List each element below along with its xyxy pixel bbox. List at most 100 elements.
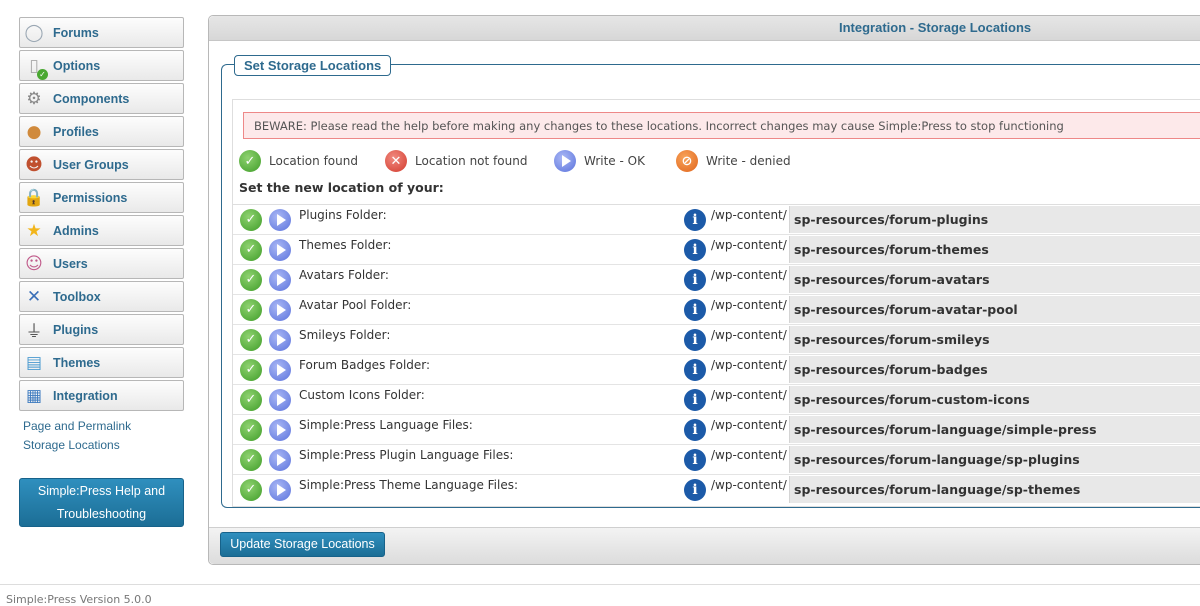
info-icon[interactable]: i: [684, 298, 706, 321]
path-prefix: /wp-content/: [711, 418, 787, 432]
location-path-input[interactable]: sp-resources/forum-avatar-pool: [789, 296, 1200, 323]
location-path-input[interactable]: sp-resources/forum-language/simple-press: [789, 416, 1200, 443]
write-ok-icon: [269, 418, 291, 441]
plugins-icon: ⏚: [25, 322, 43, 342]
options-icon: ▯ ✓: [23, 55, 48, 80]
path-prefix: /wp-content/: [711, 478, 787, 492]
folder-label: Avatar Pool Folder:: [299, 298, 412, 312]
admins-icon: ★: [26, 220, 42, 241]
info-icon[interactable]: i: [684, 388, 706, 411]
sidebar-item-label: User Groups: [53, 157, 129, 172]
sidebar-item-users[interactable]: ☺ Users: [19, 248, 184, 279]
location-found-icon: ✓: [240, 268, 262, 291]
sidebar-item-label: Admins: [53, 223, 99, 238]
sidebar-item-integration[interactable]: ▦ Integration: [19, 380, 184, 411]
info-icon[interactable]: i: [684, 478, 706, 501]
sidebar-item-permissions[interactable]: 🔒 Permissions: [19, 182, 184, 213]
location-path-input[interactable]: sp-resources/forum-language/sp-themes: [789, 476, 1200, 503]
help-troubleshooting-button[interactable]: Simple:Press Help and Troubleshooting: [19, 478, 184, 527]
sidebar-item-label: Toolbox: [53, 289, 101, 304]
info-icon[interactable]: i: [684, 328, 706, 351]
path-prefix: /wp-content/: [711, 448, 787, 462]
path-prefix: /wp-content/: [711, 388, 787, 402]
info-icon[interactable]: i: [684, 238, 706, 261]
location-row: ✓ Custom Icons Folder: i/wp-content/sp-res…: [233, 384, 1200, 414]
path-prefix: /wp-content/: [711, 298, 787, 312]
sidebar-item-label: Themes: [53, 355, 101, 370]
panel-title: Integration - Storage Locations: [839, 20, 1032, 35]
path-prefix: /wp-content/: [711, 358, 787, 372]
denied-icon: ⊘: [676, 150, 698, 172]
location-found-icon: ✓: [240, 418, 262, 441]
location-found-icon: ✓: [240, 298, 262, 321]
sidebar-item-profiles[interactable]: ● Profiles: [19, 116, 184, 147]
location-row: ✓ Simple:Press Theme Language Files: i/wp-…: [233, 474, 1200, 504]
admin-sidebar: ◯ Forums ▯ ✓ Options ⚙ Components ● Profiles ☻ Use…: [19, 17, 184, 527]
sidebar-menu: ◯ Forums ▯ ✓ Options ⚙ Components ● Profiles ☻ Use…: [19, 17, 184, 411]
sidebar-item-plugins[interactable]: ⏚ Plugins: [19, 314, 184, 345]
user-groups-icon: ☻: [25, 154, 43, 175]
forums-icon: ◯: [24, 22, 44, 43]
location-path-input[interactable]: sp-resources/forum-custom-icons: [789, 386, 1200, 413]
status-legend: ✓ Location found ✕ Location not found Wr…: [239, 150, 791, 172]
location-row: ✓ Smileys Folder: i/wp-content/sp-resource…: [233, 324, 1200, 354]
panel-header: Integration - Storage Locations: [209, 16, 1200, 41]
sidebar-item-user-groups[interactable]: ☻ User Groups: [19, 149, 184, 180]
info-icon[interactable]: i: [684, 358, 706, 381]
path-prefix: /wp-content/: [711, 238, 787, 252]
warning-message: BEWARE: Please read the help before maki…: [243, 112, 1200, 139]
legend-write-denied: ⊘ Write - denied: [676, 150, 791, 172]
fieldset-legend: Set Storage Locations: [234, 55, 392, 76]
storage-fieldset: Set Storage Locations BEWARE: Please rea…: [221, 55, 1200, 508]
sidebar-item-label: Options: [53, 58, 101, 73]
sidebar-item-admins[interactable]: ★ Admins: [19, 215, 184, 246]
location-path-input[interactable]: sp-resources/forum-themes: [789, 236, 1200, 263]
info-icon[interactable]: i: [684, 448, 706, 471]
panel-footer-bar: Update Storage Locations: [209, 527, 1200, 564]
location-found-icon: ✓: [240, 448, 262, 471]
sub-link-page-permalink[interactable]: Page and Permalink: [23, 417, 184, 436]
sidebar-item-components[interactable]: ⚙ Components: [19, 83, 184, 114]
sub-link-storage-locations[interactable]: Storage Locations: [23, 436, 184, 455]
path-prefix: /wp-content/: [711, 268, 787, 282]
profiles-icon: ●: [26, 121, 42, 142]
location-row: ✓ Avatar Pool Folder: i/wp-content/sp-reso…: [233, 294, 1200, 324]
folder-label: Themes Folder:: [299, 238, 392, 252]
check-icon: ✓: [239, 150, 261, 172]
sidebar-item-themes[interactable]: ▤ Themes: [19, 347, 184, 378]
users-icon: ☺: [25, 253, 43, 274]
location-found-icon: ✓: [240, 388, 262, 411]
update-storage-locations-button[interactable]: Update Storage Locations: [220, 532, 385, 557]
help-button-line2: Troubleshooting: [56, 507, 147, 521]
location-found-icon: ✓: [240, 208, 262, 231]
location-rows: ✓ Plugins Folder: i/wp-content/sp-resource…: [233, 204, 1200, 504]
sidebar-item-toolbox[interactable]: ✕ Toolbox: [19, 281, 184, 312]
info-icon[interactable]: i: [684, 418, 706, 441]
sidebar-item-options[interactable]: ▯ ✓ Options: [19, 50, 184, 81]
sidebar-item-label: Components: [53, 91, 130, 106]
location-row: ✓ Simple:Press Plugin Language Files: i/wp…: [233, 444, 1200, 474]
sidebar-item-label: Forums: [53, 25, 99, 40]
legend-found-label: Location found: [269, 154, 358, 168]
location-path-input[interactable]: sp-resources/forum-smileys: [789, 326, 1200, 353]
location-path-input[interactable]: sp-resources/forum-badges: [789, 356, 1200, 383]
components-icon: ⚙: [26, 88, 42, 109]
sidebar-item-label: Plugins: [53, 322, 99, 337]
location-path-input[interactable]: sp-resources/forum-language/sp-plugins: [789, 446, 1200, 473]
location-row: ✓ Forum Badges Folder: i/wp-content/sp-res…: [233, 354, 1200, 384]
legend-location-found: ✓ Location found: [239, 150, 385, 172]
location-found-icon: ✓: [240, 328, 262, 351]
info-icon[interactable]: i: [684, 268, 706, 291]
folder-label: Simple:Press Theme Language Files:: [299, 478, 519, 492]
location-found-icon: ✓: [240, 238, 262, 261]
write-ok-icon: [269, 238, 291, 261]
location-path-input[interactable]: sp-resources/forum-avatars: [789, 266, 1200, 293]
location-path-input[interactable]: sp-resources/forum-plugins: [789, 206, 1200, 233]
page-footer: Simple:Press Version 5.0.0: [0, 584, 1200, 606]
info-icon[interactable]: i: [684, 208, 706, 231]
sidebar-item-forums[interactable]: ◯ Forums: [19, 17, 184, 48]
integration-submenu: Page and Permalink Storage Locations: [23, 417, 184, 455]
storage-form: BEWARE: Please read the help before maki…: [232, 99, 1200, 507]
path-prefix: /wp-content/: [711, 208, 787, 222]
sidebar-item-label: Users: [53, 256, 88, 271]
